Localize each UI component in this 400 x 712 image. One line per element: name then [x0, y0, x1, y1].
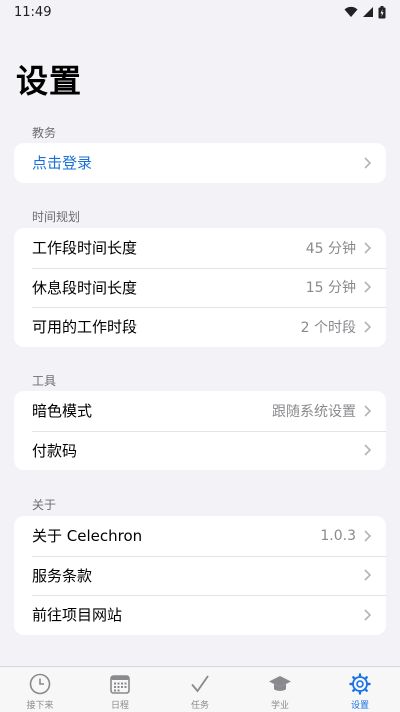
tab-tasks[interactable]: 任务 [160, 667, 240, 712]
group-about: 关于 Celechron 1.0.3 服务条款 前往项目网站 [14, 516, 386, 635]
chevron-right-icon [364, 569, 372, 581]
tab-next-label: 接下来 [26, 701, 54, 711]
chevron-right-icon [364, 157, 372, 169]
tab-academics-label: 学业 [270, 701, 289, 711]
work-duration-value: 45 分钟 [305, 240, 356, 257]
break-duration-label: 休息段时间长度 [32, 278, 138, 297]
chevron-right-icon [364, 242, 372, 254]
chevron-right-icon [364, 609, 372, 621]
chevron-right-icon [364, 321, 372, 333]
work-slots-value: 2 个时段 [300, 319, 356, 336]
terms-row[interactable]: 服务条款 [14, 555, 386, 596]
login-label: 点击登录 [32, 154, 93, 173]
break-duration-row[interactable]: 休息段时间长度 15 分钟 [14, 267, 386, 308]
page-title: 设置 [16, 62, 83, 100]
battery-icon [378, 5, 386, 18]
tab-settings[interactable]: 设置 [320, 667, 400, 712]
graduation-cap-icon [269, 676, 291, 691]
group-time-planning: 工作段时间长度 45 分钟 休息段时间长度 15 分钟 可用的工作时段 2 个时… [14, 228, 386, 347]
calendar-icon [110, 675, 130, 694]
section-header-about: 关于 [32, 498, 57, 512]
terms-label: 服务条款 [32, 566, 93, 585]
tab-academics[interactable]: 学业 [240, 667, 320, 712]
section-header-tools: 工具 [32, 374, 57, 388]
tab-bar: 接下来 日程 任务 学业 设置 [0, 666, 400, 712]
chevron-right-icon [364, 405, 372, 417]
chevron-right-icon [364, 281, 372, 293]
section-header-time-planning: 时间规划 [32, 210, 81, 224]
section-header-academic: 教务 [32, 126, 57, 140]
work-slots-label: 可用的工作时段 [32, 318, 138, 337]
chevron-right-icon [364, 444, 372, 456]
group-academic: 点击登录 [14, 143, 386, 183]
project-website-row[interactable]: 前往项目网站 [14, 595, 386, 635]
gear-icon [349, 673, 371, 695]
tab-settings-label: 设置 [350, 701, 369, 711]
about-app-row[interactable]: 关于 Celechron 1.0.3 [14, 516, 386, 556]
tab-next[interactable]: 接下来 [0, 667, 80, 712]
project-website-label: 前往项目网站 [32, 606, 123, 625]
payment-code-label: 付款码 [32, 441, 78, 460]
checkmark-icon [191, 675, 209, 693]
work-duration-label: 工作段时间长度 [32, 239, 138, 258]
dark-mode-value: 跟随系统设置 [272, 403, 356, 420]
tab-tasks-label: 任务 [190, 701, 209, 711]
chevron-right-icon [364, 530, 372, 542]
about-app-label: 关于 Celechron [32, 527, 143, 546]
work-slots-row[interactable]: 可用的工作时段 2 个时段 [14, 307, 386, 347]
clock-icon [29, 673, 51, 695]
tab-schedule-label: 日程 [110, 701, 129, 711]
status-time: 11:49 [14, 4, 52, 20]
work-duration-row[interactable]: 工作段时间长度 45 分钟 [14, 228, 386, 268]
app-version-value: 1.0.3 [320, 527, 356, 544]
dark-mode-label: 暗色模式 [32, 402, 93, 421]
dark-mode-row[interactable]: 暗色模式 跟随系统设置 [14, 391, 386, 431]
wifi-icon [344, 6, 358, 17]
signal-icon [363, 7, 373, 17]
break-duration-value: 15 分钟 [305, 280, 356, 297]
login-row[interactable]: 点击登录 [14, 143, 386, 183]
payment-code-row[interactable]: 付款码 [14, 430, 386, 471]
group-tools: 暗色模式 跟随系统设置 付款码 [14, 391, 386, 470]
tab-schedule[interactable]: 日程 [80, 667, 160, 712]
status-bar: 11:49 [0, 0, 400, 24]
status-icons [344, 5, 386, 19]
